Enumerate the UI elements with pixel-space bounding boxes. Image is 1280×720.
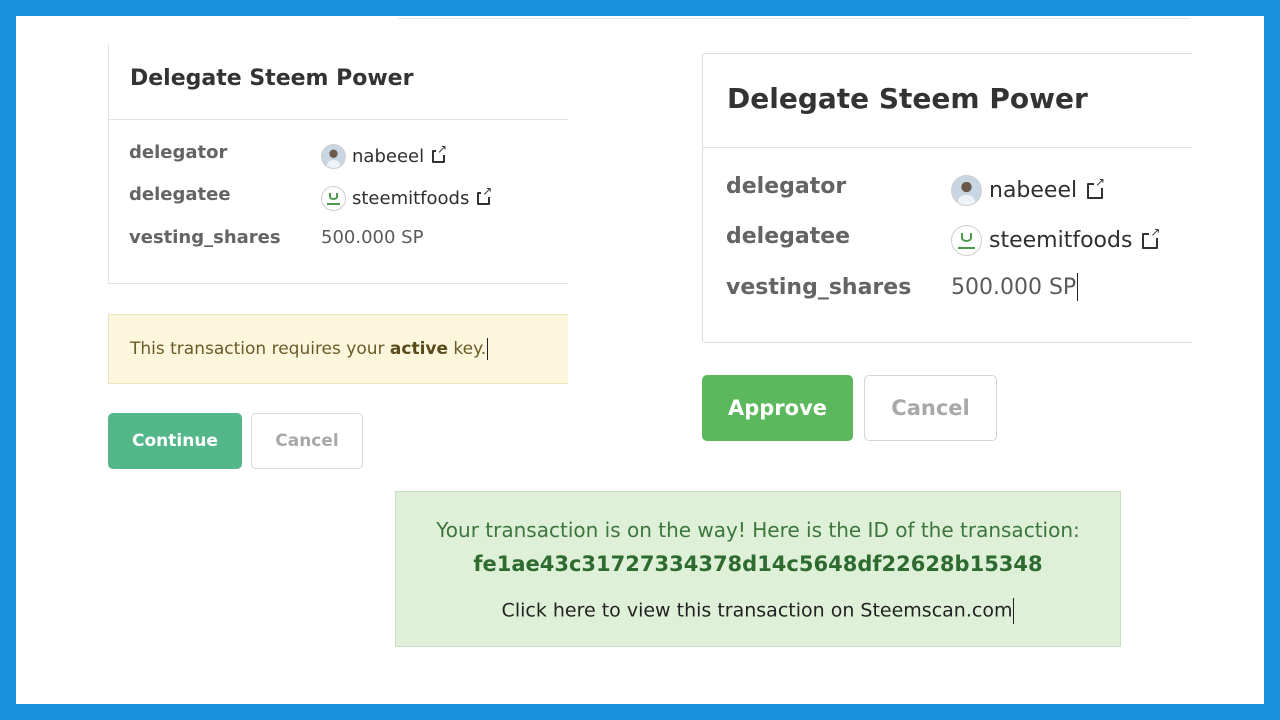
vesting-shares-value: 500.000 SP	[951, 274, 1077, 300]
external-link-icon[interactable]	[477, 185, 494, 205]
delegator-row: delegator	[726, 174, 846, 199]
card-title: Delegate Steem Power	[727, 82, 1088, 115]
card-header: Delegate Steem Power	[703, 54, 1192, 148]
vesting-shares-label: vesting_shares	[129, 227, 281, 248]
vesting-shares-value: 500.000 SP	[321, 227, 424, 248]
delegator-value-row: nabeeel	[321, 143, 449, 169]
success-message: Your transaction is on the way! Here is …	[436, 518, 1080, 542]
divider	[398, 18, 1190, 19]
approve-button[interactable]: Approve	[702, 375, 853, 441]
delegatee-row: delegatee	[129, 184, 321, 205]
delegator-value-row: nabeeel	[951, 175, 1107, 206]
vesting-row: vesting_shares 500.000 SP	[129, 227, 423, 248]
card-title: Delegate Steem Power	[130, 66, 414, 91]
delegator-label: delegator	[129, 142, 228, 163]
delegator-value[interactable]: nabeeel	[989, 178, 1077, 203]
delegatee-value[interactable]: steemitfoods	[352, 188, 469, 209]
delegatee-row: delegatee	[726, 224, 850, 249]
steemscan-link[interactable]: Click here to view this transaction on S…	[502, 600, 1013, 622]
vesting-row: vesting_shares 500.000 SP	[726, 273, 1079, 301]
delegatee-value-row: steemitfoods	[951, 225, 1162, 256]
vesting-shares-label: vesting_shares	[726, 274, 912, 300]
avatar	[321, 144, 346, 169]
external-link-icon[interactable]	[1142, 225, 1162, 249]
delegatee-label: delegatee	[726, 224, 851, 249]
transaction-success-alert: Your transaction is on the way! Here is …	[395, 491, 1121, 647]
text-cursor	[1013, 598, 1015, 624]
delegatee-value[interactable]: steemitfoods	[989, 228, 1132, 253]
delegator-row: delegator	[129, 142, 321, 163]
delegate-card-left: Delegate Steem Power delegator nabeeel d…	[108, 44, 568, 284]
avatar	[321, 186, 346, 211]
screenshot-canvas: Delegate Steem Power delegator nabeeel d…	[16, 16, 1264, 704]
active-key-notice: This transaction requires your active ke…	[108, 314, 568, 384]
avatar	[951, 225, 982, 256]
text-cursor	[487, 338, 489, 360]
steemscan-link-row: Click here to view this transaction on S…	[396, 598, 1120, 624]
external-link-icon[interactable]	[1087, 175, 1107, 199]
card-header: Delegate Steem Power	[109, 44, 568, 120]
delegator-label: delegator	[726, 174, 847, 199]
transaction-id: fe1ae43c31727334378d14c5648df22628b15348	[473, 552, 1043, 576]
delegator-value[interactable]: nabeeel	[352, 146, 424, 167]
text-cursor	[1077, 273, 1079, 301]
notice-suffix: key.	[448, 339, 487, 359]
external-link-icon[interactable]	[432, 143, 449, 163]
delegatee-value-row: steemitfoods	[321, 185, 494, 211]
avatar	[951, 175, 982, 206]
continue-button[interactable]: Continue	[108, 413, 242, 469]
delegatee-label: delegatee	[129, 184, 231, 205]
notice-text: This transaction requires your	[130, 339, 390, 359]
cancel-button[interactable]: Cancel	[864, 375, 997, 441]
delegate-card-right: Delegate Steem Power delegator nabeeel d…	[702, 53, 1192, 343]
cancel-button[interactable]: Cancel	[251, 413, 363, 469]
notice-key-name: active	[389, 339, 449, 359]
